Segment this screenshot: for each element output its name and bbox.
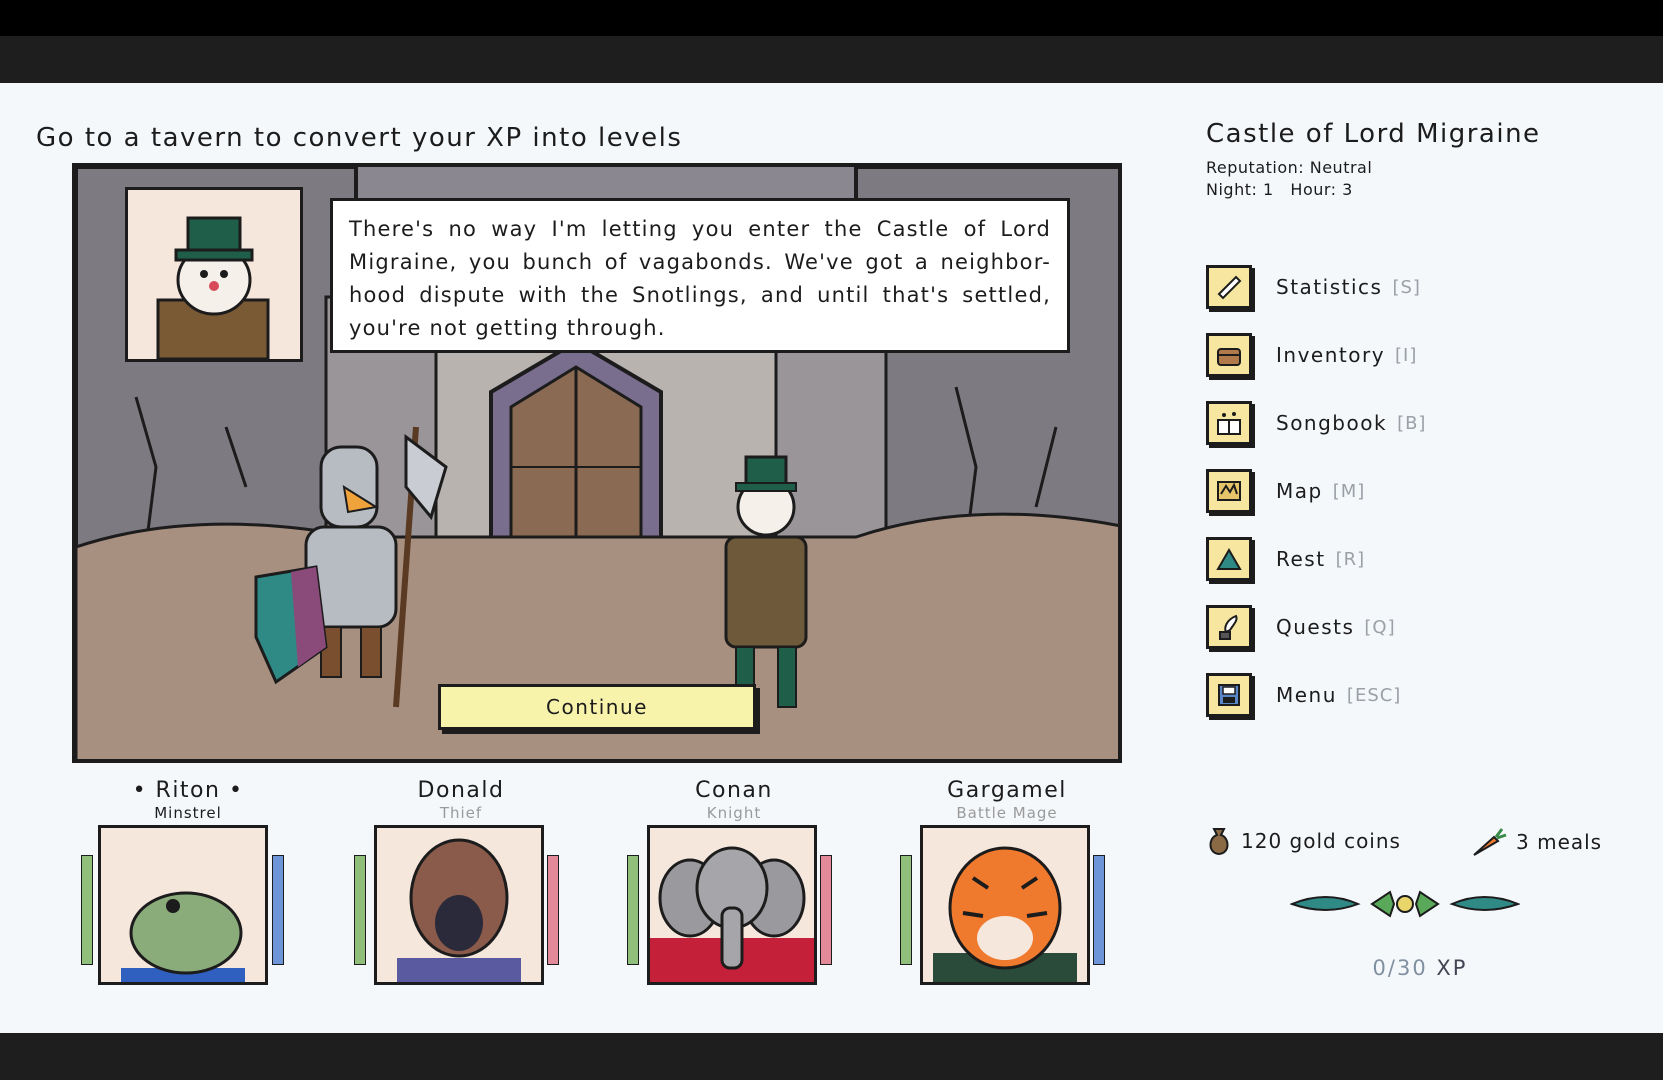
menu-key: [Q] <box>1364 616 1396 638</box>
menu-label: Inventory <box>1276 343 1386 367</box>
map-icon <box>1206 469 1252 513</box>
menu-key: [M] <box>1332 480 1366 502</box>
health-bar <box>354 855 366 965</box>
menu-label: Songbook <box>1276 411 1388 435</box>
hint-text: Go to a tavern to convert your XP into l… <box>36 123 683 153</box>
member-class: Battle Mage <box>956 804 1058 822</box>
mana-bar <box>820 855 832 965</box>
chest-icon <box>1206 333 1252 377</box>
member-name: Donald <box>417 778 505 803</box>
xp-counter: 0/30 XP <box>1320 956 1520 980</box>
health-bar <box>81 855 93 965</box>
menu-songbook[interactable]: Songbook [B] <box>1206 389 1426 457</box>
menu-statistics[interactable]: Statistics [S] <box>1206 253 1426 321</box>
hour-text: Hour: 3 <box>1290 180 1353 199</box>
xp-value: 0/30 <box>1372 956 1428 980</box>
hedgehog-portrait <box>374 825 544 985</box>
meals-resource: 3 meals <box>1470 825 1602 859</box>
rabbit-speaker-icon <box>156 216 270 361</box>
songbook-icon <box>1206 401 1252 445</box>
menu-label: Statistics <box>1276 275 1383 299</box>
tiger-portrait <box>920 825 1090 985</box>
health-bar <box>627 855 639 965</box>
member-class: Minstrel <box>154 804 222 822</box>
menu-quests[interactable]: Quests [Q] <box>1206 593 1426 661</box>
location-title: Castle of Lord Migraine <box>1206 119 1541 149</box>
menu-label: Menu <box>1276 683 1337 707</box>
mana-bar <box>547 855 559 965</box>
night-text: Night: 1 <box>1206 180 1274 199</box>
meals-text: 3 meals <box>1516 830 1603 854</box>
quill-icon <box>1206 605 1252 649</box>
carrot-icon <box>1473 828 1507 856</box>
scroll-icon <box>1206 265 1252 309</box>
time-text: Night: 1 Hour: 3 <box>1206 179 1646 201</box>
menu-rest[interactable]: Rest [R] <box>1206 525 1426 593</box>
menu-key: [ESC] <box>1346 684 1402 706</box>
member-name: Gargamel <box>947 778 1067 803</box>
menu-key: [R] <box>1335 548 1366 570</box>
top-black-bar <box>0 0 1663 36</box>
laurel-ornament-icon <box>1290 890 1520 918</box>
member-name: • Riton • <box>132 778 244 803</box>
menu-label: Rest <box>1276 547 1326 571</box>
menu-label: Map <box>1276 479 1323 503</box>
tent-icon <box>1206 537 1252 581</box>
gold-text: 120 gold coins <box>1241 829 1401 853</box>
mana-bar <box>1093 855 1105 965</box>
elephant-portrait <box>647 825 817 985</box>
floppy-icon <box>1206 673 1252 717</box>
speaker-portrait <box>125 187 303 362</box>
location-panel: Castle of Lord Migraine Reputation: Neut… <box>1206 119 1646 201</box>
side-menu: Statistics [S] Inventory [I] Songbook [B… <box>1206 253 1426 729</box>
gold-bag-icon <box>1209 828 1229 856</box>
menu-menu[interactable]: Menu [ESC] <box>1206 661 1426 729</box>
menu-key: [S] <box>1392 276 1421 298</box>
menu-key: [I] <box>1395 344 1418 366</box>
menu-label: Quests <box>1276 615 1355 639</box>
mana-bar <box>272 855 284 965</box>
menu-inventory[interactable]: Inventory [I] <box>1206 321 1426 389</box>
gold-resource: 120 gold coins <box>1205 825 1401 857</box>
menu-key: [B] <box>1397 412 1427 434</box>
location-meta: Reputation: Neutral Night: 1 Hour: 3 <box>1206 157 1646 201</box>
xp-unit: XP <box>1436 956 1468 980</box>
member-class: Knight <box>706 804 762 822</box>
reputation-text: Reputation: Neutral <box>1206 158 1373 177</box>
member-name: Conan <box>695 778 773 803</box>
member-class: Thief <box>439 804 483 822</box>
continue-button[interactable]: Continue <box>438 684 756 730</box>
dialogue-bubble: There's no way I'm letting you enter the… <box>330 198 1070 353</box>
health-bar <box>900 855 912 965</box>
game-area: Go to a tavern to convert your XP into l… <box>0 83 1663 1033</box>
menu-map[interactable]: Map [M] <box>1206 457 1426 525</box>
frog-portrait <box>98 825 268 985</box>
